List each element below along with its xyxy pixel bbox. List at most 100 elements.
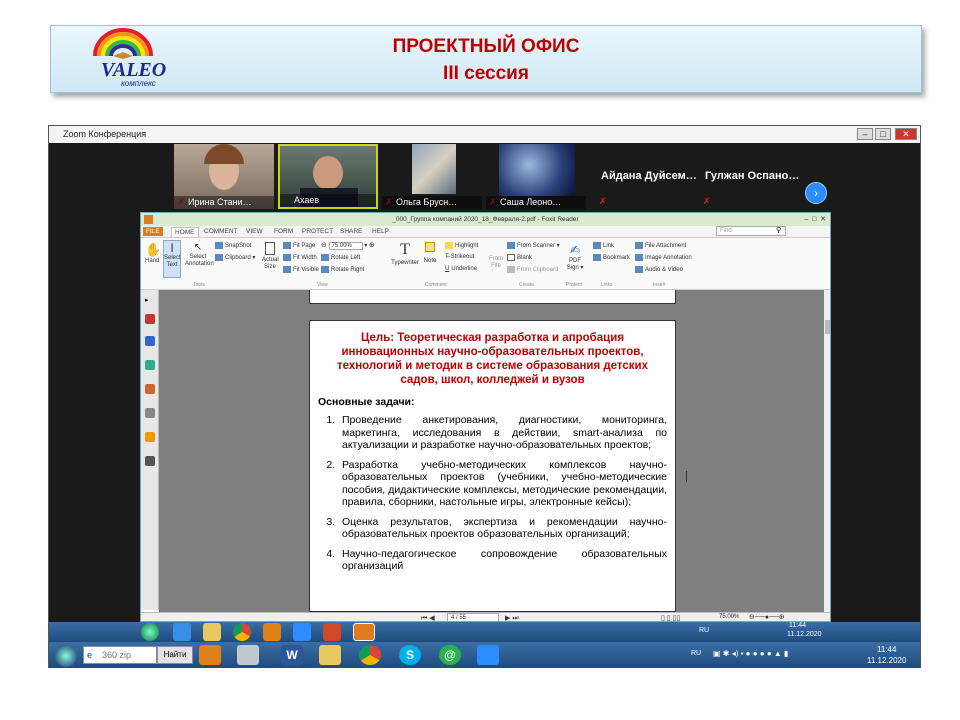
page-icon [265,242,275,255]
vertical-scrollbar[interactable] [824,290,830,612]
typewriter-button[interactable]: T Typewriter [391,240,419,266]
note-icon [425,242,435,252]
pdf-page[interactable]: Цель: Теоретическая разработка и апробац… [309,320,676,612]
zoom-slider[interactable]: ⊖──●──⊕ [749,613,785,621]
note-button[interactable]: Note [423,242,437,264]
participant-tile[interactable]: Айдана Дуйсем… ✗ [597,143,707,209]
last-page-icon[interactable]: ▶ ⏭ [505,614,519,621]
clock-date: 11.12.2020 [867,656,907,665]
search-icon[interactable]: ⚲ [776,226,781,234]
chrome-icon[interactable] [359,645,381,665]
search-button[interactable]: Найти [157,646,193,664]
shared-screen-taskbar: RU 11:44 11.12.2020 [49,622,920,642]
expand-panel-icon[interactable]: ▸ [145,296,155,306]
foxit-taskbar-icon[interactable] [353,623,375,641]
underline-button[interactable]: U Underline [445,266,477,272]
rotate-left-icon [321,254,329,261]
search-input[interactable]: e 360 zip [83,646,157,664]
clipboard-button[interactable]: Clipboard ▾ [215,254,255,261]
rotate-left-button[interactable]: Rotate Left [321,254,360,261]
attachments-icon[interactable] [145,408,155,418]
input-language[interactable]: RU [699,627,709,634]
windows-start-icon[interactable] [55,645,77,667]
notepad-icon[interactable] [237,645,259,665]
zoom-app-icon[interactable] [293,623,311,641]
chrome-icon[interactable] [233,623,251,641]
folder-icon[interactable] [319,645,341,665]
link-button[interactable]: Link [593,242,614,249]
mail-agent-icon[interactable]: @ [439,645,461,665]
tab-view[interactable]: VIEW [243,227,266,236]
tab-comment[interactable]: COMMENT [201,227,241,236]
maximize-button[interactable]: □ [875,128,891,140]
tab-help[interactable]: HELP [369,227,392,236]
powerpoint-icon[interactable] [323,623,341,641]
word-icon[interactable]: W [281,645,303,665]
window-controls[interactable]: – □ ✕ [804,213,826,226]
pages-icon[interactable] [145,336,155,346]
select-text-button[interactable]: I Select Text [163,240,181,278]
clipboard-icon [215,254,223,261]
audio-video-button[interactable]: Audio & Video [635,266,683,273]
media-player-icon[interactable] [263,623,281,641]
actual-size-button[interactable]: Actual Size [262,242,279,271]
bookmark-button[interactable]: Bookmark [593,254,630,261]
pointer-icon: ↖ [193,242,203,253]
blank-button[interactable]: Blank [507,254,532,261]
foxit-app-icon [144,215,153,224]
input-language[interactable]: RU [691,650,701,657]
zoom-out-icon: ⊖ [321,242,327,249]
zoom-app-icon[interactable] [477,645,499,665]
close-button[interactable]: ✕ [895,128,917,140]
tray-icons[interactable]: ▣ ✱ ◂) ▪ ● ● ● ● ▲ ▮ [713,649,788,658]
ie-icon[interactable] [173,623,191,641]
file-attachment-button[interactable]: File Attachment [635,242,686,249]
tab-share[interactable]: SHARE [337,227,365,236]
zoom-select[interactable]: ⊖ 75.00% ▾ ⊕ [321,241,375,250]
minimize-button[interactable]: – [857,128,873,140]
participant-tile[interactable]: Ахаев [278,144,378,209]
highlight-button[interactable]: Highlight [445,242,478,249]
from-clipboard-button[interactable]: From Clipboard [507,266,558,273]
participant-tile[interactable]: ✗ Ирина Стани… [174,144,274,209]
fit-width-button[interactable]: Fit Width [283,254,317,261]
from-scanner-button[interactable]: From Scanner ▾ [507,242,560,249]
fit-page-button[interactable]: Fit Page [283,242,315,249]
image-icon [635,254,643,261]
folder-icon[interactable] [203,623,221,641]
image-annotation-button[interactable]: Image Annotation [635,254,692,261]
snapshot-button[interactable]: SnapShot [215,242,251,249]
layers-icon[interactable] [145,360,155,370]
group-label: Protect [566,282,582,288]
from-file-button[interactable]: From File [487,256,505,270]
tab-form[interactable]: FORM [271,227,296,236]
hand-tool-button[interactable]: ✋ Hand [145,242,161,264]
first-page-icon[interactable]: ⏮ ◀ [421,614,435,621]
select-annotation-button[interactable]: ↖ Select Annotation [185,242,214,268]
fit-visible-button[interactable]: Fit Visible [283,266,319,273]
tab-home[interactable]: HOME [171,227,199,237]
view-mode-icons[interactable]: ▯ ▯ ▯▯ [661,614,680,621]
pdf-sign-button[interactable]: ✍ PDF Sign ▾ [566,242,584,272]
rotate-right-button[interactable]: Rotate Right [321,266,364,273]
document-viewport[interactable]: Цель: Теоретическая разработка и апробац… [159,290,824,612]
zoom-titlebar: Zoom Конференция – □ ✕ [49,126,920,143]
strikeout-button[interactable]: T̶ Strikeout [445,254,474,260]
page-number-input[interactable]: 4 / 55 [447,613,499,621]
tab-file[interactable]: FILE [143,227,163,236]
media-player-icon[interactable] [199,645,221,665]
tasks-heading: Основные задачи: [318,396,415,408]
bookmarks-icon[interactable] [145,314,155,324]
participant-tile[interactable]: ✗ Ольга Бруcн… [382,144,482,209]
signatures-icon[interactable] [145,456,155,466]
comments-icon[interactable] [145,384,155,394]
skype-icon[interactable]: S [399,645,421,665]
tab-protect[interactable]: PROTECT [299,227,336,236]
next-participants-button[interactable]: › [805,182,827,204]
participant-name: Гулжан Оспано… [705,170,800,182]
security-lock-icon[interactable] [145,432,155,442]
participant-tile[interactable]: Гулжан Оспано… ✗ [701,143,811,209]
start-button-icon[interactable] [141,623,159,641]
participant-tile[interactable]: ✗ Саша Леоно… [486,144,586,209]
scroll-thumb[interactable] [825,320,830,334]
